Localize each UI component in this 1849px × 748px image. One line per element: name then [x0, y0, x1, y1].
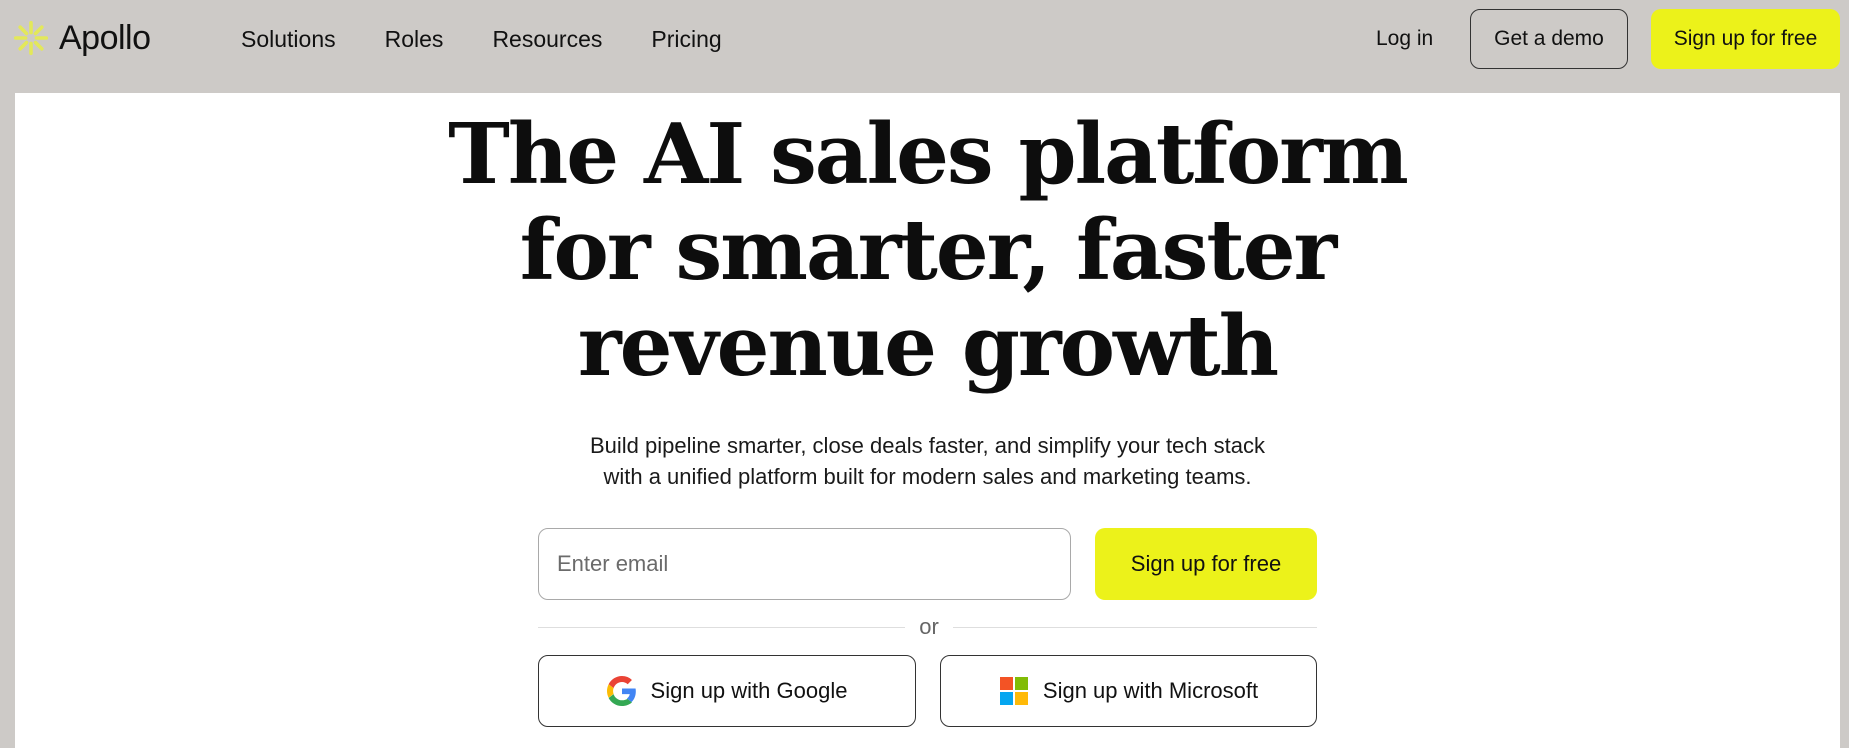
hero-subtitle: Build pipeline smarter, close deals fast… — [15, 430, 1840, 492]
headline-line: The AI sales platform — [448, 105, 1409, 203]
asterisk-burst-icon — [13, 20, 49, 56]
main-nav: Solutions Roles Resources Pricing — [241, 24, 771, 54]
google-signup-label: Sign up with Google — [650, 678, 848, 703]
divider-line-right — [953, 627, 1317, 628]
get-demo-button[interactable]: Get a demo — [1470, 9, 1628, 69]
email-field[interactable] — [538, 528, 1071, 600]
microsoft-squares-icon — [999, 677, 1028, 705]
hero-panel: The AI sales platform for smarter, faste… — [15, 93, 1840, 748]
google-signup-button[interactable]: Sign up with Google — [538, 655, 916, 727]
nav-item-resources[interactable]: Resources — [492, 24, 602, 54]
top-navigation-bar: Apollo Solutions Roles Resources Pricing… — [0, 0, 1849, 93]
nav-item-roles[interactable]: Roles — [385, 24, 444, 54]
google-g-icon — [606, 676, 636, 706]
apollo-logo[interactable]: Apollo — [13, 16, 151, 60]
subtitle-line: with a unified platform built for modern… — [603, 464, 1252, 489]
divider-or-text: or — [919, 614, 939, 639]
signup-submit-button[interactable]: Sign up for free — [1095, 528, 1317, 600]
headline-line: revenue growth — [577, 297, 1279, 395]
microsoft-signup-label: Sign up with Microsoft — [1042, 678, 1259, 703]
subtitle-line: Build pipeline smarter, close deals fast… — [590, 433, 1265, 458]
nav-item-pricing[interactable]: Pricing — [651, 24, 721, 54]
divider-line-left — [538, 627, 905, 628]
headline-line: for smarter, faster — [519, 201, 1337, 299]
logo-wordmark: Apollo — [59, 18, 151, 57]
hero-headline: The AI sales platform for smarter, faste… — [15, 106, 1840, 394]
nav-item-solutions[interactable]: Solutions — [241, 24, 336, 54]
header-signup-button[interactable]: Sign up for free — [1651, 9, 1840, 69]
login-link[interactable]: Log in — [1376, 24, 1433, 54]
microsoft-signup-button[interactable]: Sign up with Microsoft — [940, 655, 1317, 727]
